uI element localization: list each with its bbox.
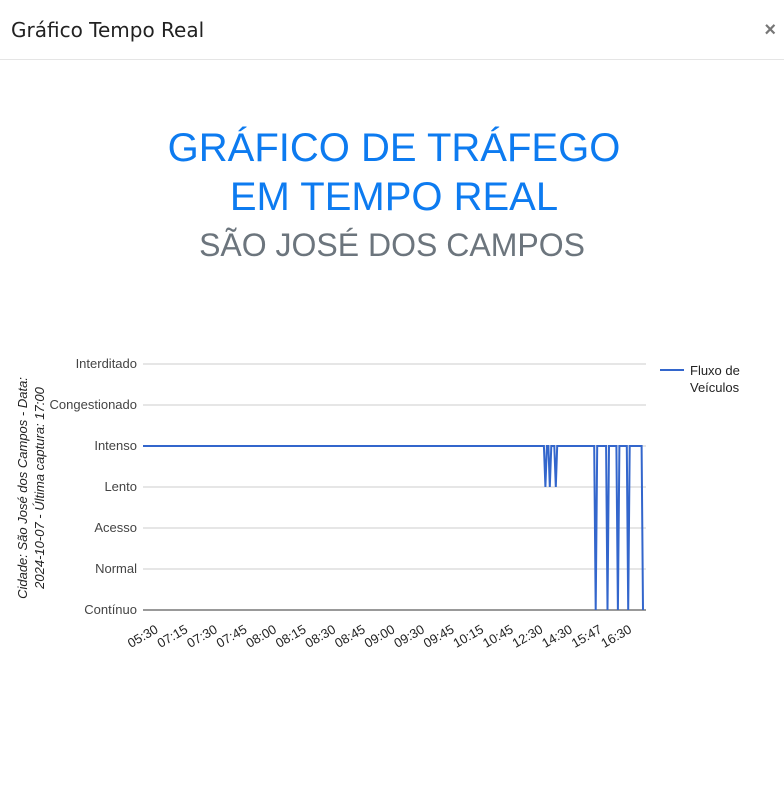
- x-axis-ticks: 05:3007:1507:3007:4508:0008:1508:3008:45…: [125, 621, 634, 650]
- x-tick-label: 15:47: [569, 621, 605, 650]
- x-tick-label: 08:15: [273, 621, 309, 650]
- main-heading: GRÁFICO DE TRÁFEGO EM TEMPO REAL: [0, 124, 784, 222]
- x-tick-label: 10:15: [450, 621, 486, 650]
- heading-block: GRÁFICO DE TRÁFEGO EM TEMPO REAL SÃO JOS…: [0, 124, 784, 265]
- main-heading-line1: GRÁFICO DE TRÁFEGO: [167, 126, 621, 170]
- x-tick-label: 14:30: [539, 621, 575, 650]
- y-tick-label: Contínuo: [84, 602, 137, 617]
- close-button[interactable]: ×: [764, 19, 776, 41]
- x-tick-label: 07:45: [214, 621, 250, 650]
- x-tick-label: 09:45: [421, 621, 457, 650]
- x-tick-label: 10:45: [480, 621, 516, 650]
- y-axis-title-line2: 2024-10-07 - Última captura: 17:00: [32, 386, 47, 589]
- x-tick-label: 08:00: [243, 621, 279, 650]
- modal-header: Gráfico Tempo Real ×: [0, 0, 784, 60]
- y-tick-label: Intenso: [94, 438, 137, 453]
- y-tick-label: Acesso: [94, 520, 137, 535]
- modal-title: Gráfico Tempo Real: [11, 18, 205, 42]
- y-axis-title-line1: Cidade: São José dos Campos - Data:: [15, 377, 30, 599]
- x-tick-label: 05:30: [125, 621, 161, 650]
- x-tick-label: 08:45: [332, 621, 368, 650]
- x-tick-label: 09:30: [391, 621, 427, 650]
- y-tick-label: Interditado: [76, 356, 137, 371]
- y-axis-title: Cidade: São José dos Campos - Data: 2024-…: [15, 377, 47, 599]
- y-tick-label: Normal: [95, 561, 137, 576]
- x-tick-label: 16:30: [598, 621, 634, 650]
- city-heading: SÃO JOSÉ DOS CAMPOS: [199, 227, 585, 263]
- y-tick-label: Congestionado: [50, 397, 137, 412]
- x-tick-label: 07:15: [154, 621, 190, 650]
- chart-grid: [143, 363, 646, 611]
- chart-legend: Fluxo de Veículos: [660, 363, 740, 395]
- y-axis-ticks: Contínuo Normal Acesso Lento Intenso Congesti…: [50, 356, 138, 617]
- traffic-chart: Contínuo Normal Acesso Lento Intenso Congesti…: [15, 356, 740, 651]
- x-tick-label: 09:00: [362, 621, 398, 650]
- x-tick-label: 12:30: [510, 621, 546, 650]
- y-tick-label: Lento: [104, 479, 137, 494]
- x-tick-label: 07:30: [184, 621, 220, 650]
- main-heading-line2: EM TEMPO REAL: [229, 175, 559, 219]
- x-tick-label: 08:30: [302, 621, 338, 650]
- legend-label: Fluxo de: [690, 363, 740, 378]
- legend-label: Veículos: [690, 380, 740, 395]
